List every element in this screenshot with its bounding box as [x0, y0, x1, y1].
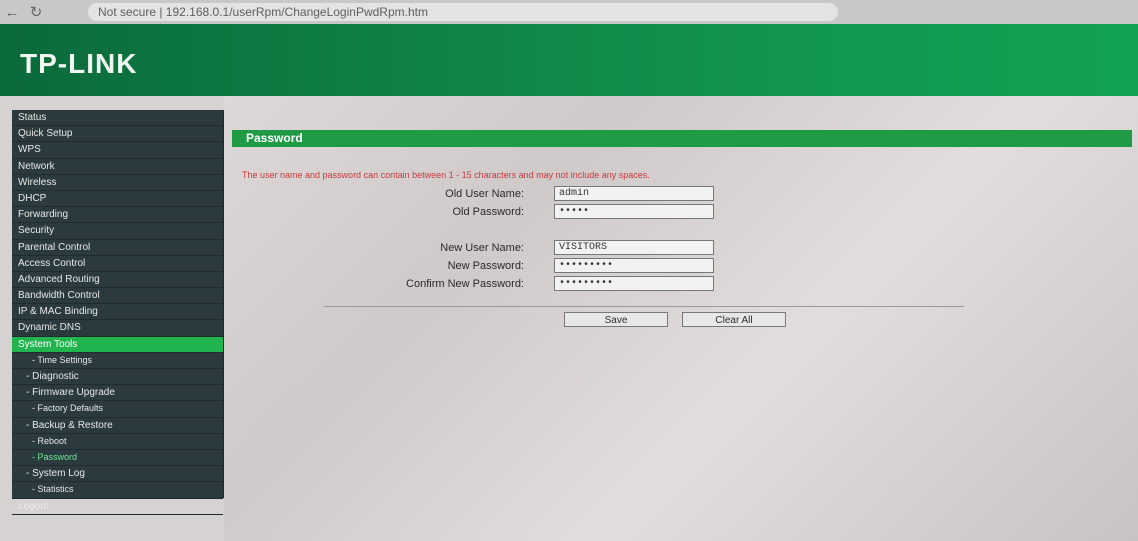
section-header: Password — [232, 130, 1132, 147]
confirm-password-input[interactable] — [554, 276, 714, 291]
new-user-name-label: New User Name: — [440, 242, 524, 254]
page-title: Password — [246, 131, 303, 145]
sidebar-item-time-settings[interactable]: - Time Settings — [12, 353, 223, 369]
browser-toolbar: ← ↻ Not secure | 192.168.0.1/userRpm/Cha… — [0, 0, 1138, 25]
sidebar-item-bandwidth-control[interactable]: Bandwidth Control — [12, 288, 223, 305]
sidebar-menu: Status Quick Setup WPS Network Wireless … — [12, 110, 224, 515]
sidebar-item-quick-setup[interactable]: Quick Setup — [12, 126, 223, 143]
sidebar-item-factory-defaults[interactable]: - Factory Defaults — [12, 401, 223, 418]
sidebar-item-password[interactable]: - Password — [12, 450, 223, 467]
clear-all-button[interactable]: Clear All — [682, 312, 786, 327]
confirm-password-label: Confirm New Password: — [406, 278, 524, 290]
sidebar-item-statistics[interactable]: - Statistics — [12, 482, 223, 499]
form-divider — [324, 306, 964, 307]
sidebar-item-parental-control[interactable]: Parental Control — [12, 240, 223, 256]
sidebar-item-access-control[interactable]: Access Control — [12, 256, 223, 272]
address-bar[interactable]: Not secure | 192.168.0.1/userRpm/ChangeL… — [88, 3, 838, 21]
old-password-input[interactable] — [554, 204, 714, 219]
sidebar-item-system-log[interactable]: - System Log — [12, 466, 223, 483]
sidebar-item-advanced-routing[interactable]: Advanced Routing — [12, 272, 223, 289]
sidebar-item-system-tools[interactable]: System Tools — [12, 336, 223, 353]
sidebar-item-logout[interactable]: Logout — [12, 499, 223, 515]
sidebar-item-dynamic-dns[interactable]: Dynamic DNS — [12, 320, 223, 337]
sidebar-item-diagnostic[interactable]: - Diagnostic — [12, 369, 223, 386]
sidebar-item-status[interactable]: Status — [12, 110, 223, 127]
new-user-name-input[interactable] — [554, 240, 714, 255]
sidebar-item-wireless[interactable]: Wireless — [12, 175, 223, 191]
password-rules-warning: The user name and password can contain b… — [242, 170, 650, 180]
new-password-label: New Password: — [447, 260, 524, 272]
sidebar-item-firmware-upgrade[interactable]: - Firmware Upgrade — [12, 385, 223, 402]
sidebar-item-security[interactable]: Security — [12, 223, 223, 240]
save-button[interactable]: Save — [564, 312, 668, 327]
sidebar-item-ip-mac-binding[interactable]: IP & MAC Binding — [12, 304, 223, 321]
tp-link-logo: TP-LINK — [20, 48, 138, 79]
back-arrow-icon[interactable]: ← — [0, 4, 24, 21]
sidebar-item-reboot[interactable]: - Reboot — [12, 434, 223, 450]
new-password-input[interactable] — [554, 258, 714, 273]
sidebar-item-dhcp[interactable]: DHCP — [12, 191, 223, 208]
old-password-label: Old Password: — [452, 206, 524, 218]
reload-icon[interactable]: ↻ — [24, 3, 48, 21]
sidebar-item-forwarding[interactable]: Forwarding — [12, 207, 223, 224]
main-content: Password The user name and password can … — [224, 96, 1138, 541]
sidebar-item-backup-restore[interactable]: - Backup & Restore — [12, 418, 223, 434]
sidebar-item-network[interactable]: Network — [12, 159, 223, 175]
old-user-name-input[interactable] — [554, 186, 714, 201]
old-user-name-label: Old User Name: — [445, 188, 524, 200]
router-header: TP-LINK — [0, 24, 1138, 96]
sidebar-item-wps[interactable]: WPS — [12, 142, 223, 159]
